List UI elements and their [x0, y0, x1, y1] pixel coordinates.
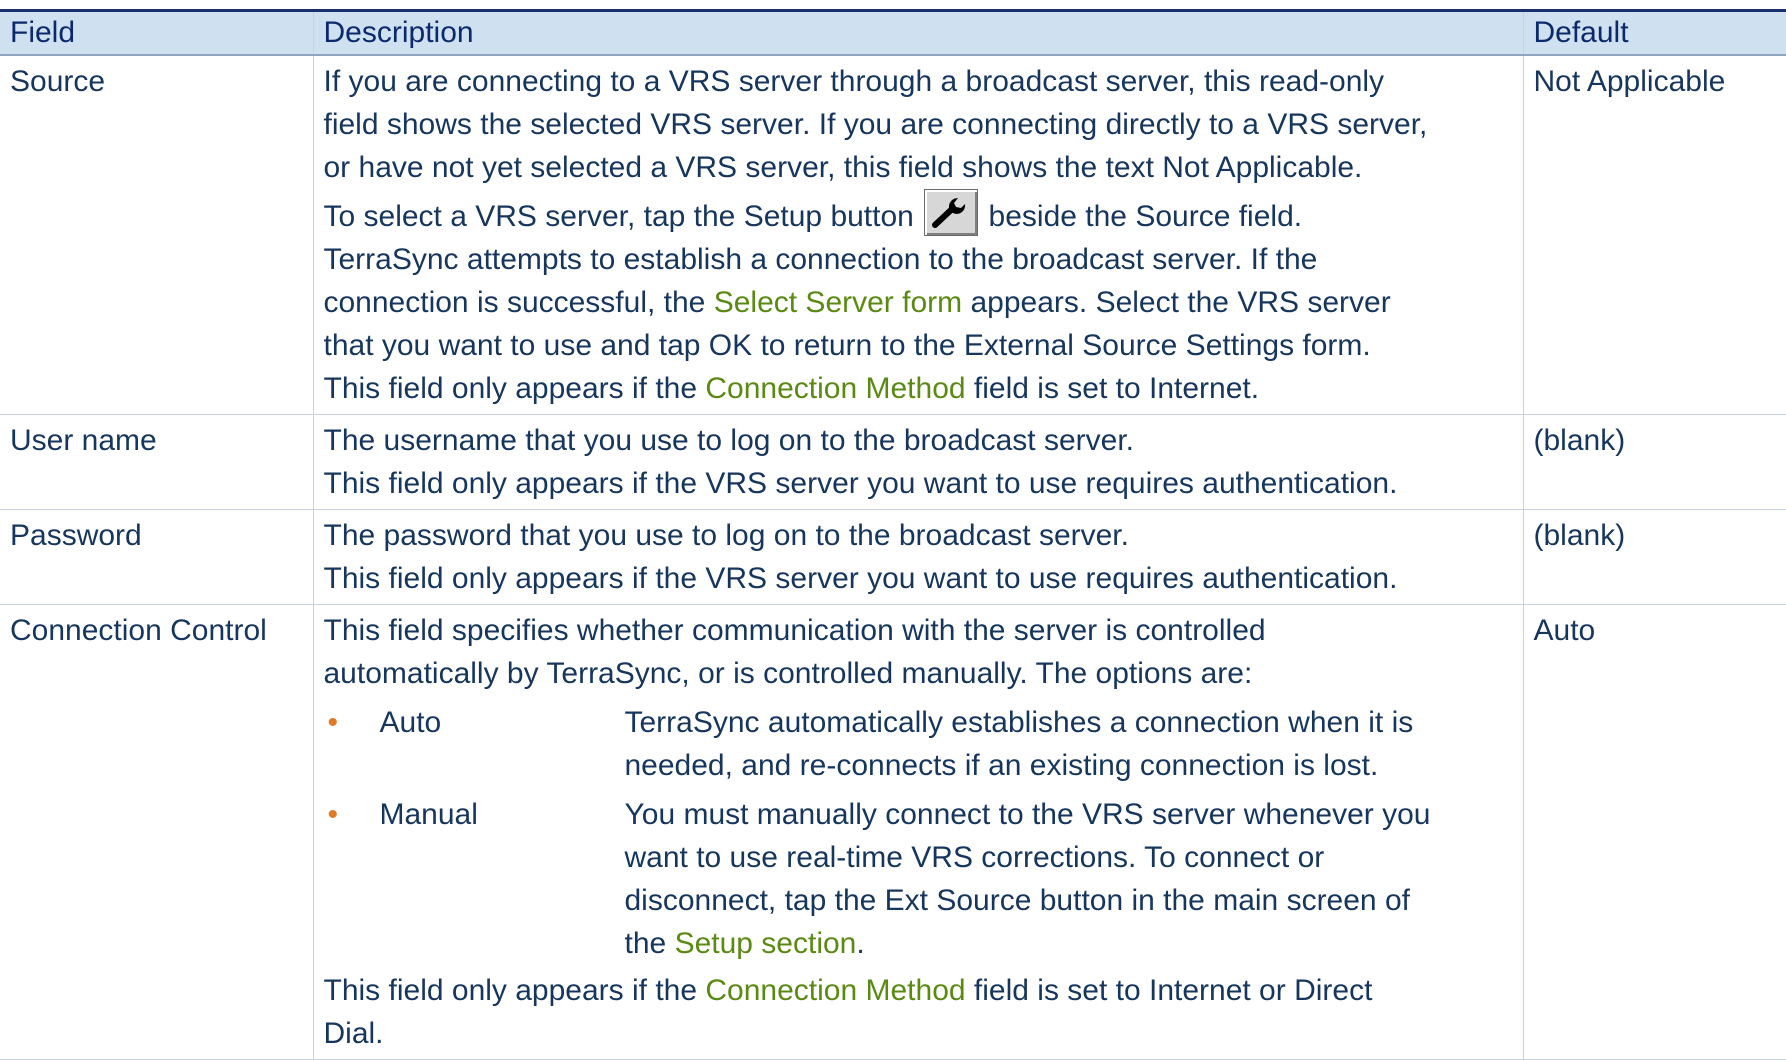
option-manual: • Manual You must manually connect to th… [324, 787, 1513, 965]
header-default: Default [1522, 9, 1786, 56]
description-line: the Setup section. [625, 922, 1513, 965]
table-row-source: Source If you are connecting to a VRS se… [0, 55, 1786, 415]
field-default: Not Applicable [1522, 55, 1786, 415]
field-table: Field Description Default Source If you … [0, 9, 1786, 1060]
description-line: This field specifies whether communicati… [323, 614, 1266, 647]
field-name: Source [0, 55, 313, 415]
connection-method-link[interactable]: Connection Method [705, 372, 965, 405]
text: beside the Source field. [988, 200, 1303, 233]
description-line: automatically by TerraSync, or is contro… [323, 657, 1253, 690]
description-line: The username that you use to log on to t… [323, 424, 1134, 457]
field-description: The username that you use to log on to t… [312, 414, 1523, 510]
option-name: Manual [379, 798, 478, 831]
text: field is set to Internet. [973, 372, 1260, 405]
text: To select a VRS server, tap the Setup bu… [323, 200, 914, 233]
select-server-form-link[interactable]: Select Server form [714, 286, 962, 319]
bullet-icon: • [327, 706, 339, 739]
table-row-connection-control: Connection Control This field specifies … [0, 604, 1786, 1060]
field-name: Password [0, 509, 313, 605]
description-line: Dial. [323, 1017, 384, 1050]
description-line: You must manually connect to the VRS ser… [624, 798, 1431, 831]
description-line: This field only appears if the Connectio… [324, 969, 1513, 1012]
field-default: (blank) [1522, 509, 1786, 605]
field-default: (blank) [1522, 414, 1786, 510]
text: the [624, 927, 667, 960]
option-name: Auto [379, 706, 442, 739]
table-row-password: Password The password that you use to lo… [0, 509, 1786, 605]
wrench-icon [924, 189, 979, 236]
connection-method-link[interactable]: Connection Method [705, 974, 965, 1007]
description-line: This field only appears if the VRS serve… [323, 562, 1398, 595]
field-description: The password that you use to log on to t… [312, 509, 1523, 605]
description-line: field shows the selected VRS server. If … [323, 108, 1428, 141]
setup-section-link[interactable]: Setup section [675, 927, 857, 960]
option-auto: • Auto TerraSync automatically establish… [324, 695, 1513, 787]
field-name: Connection Control [0, 604, 313, 1060]
description-line: The password that you use to log on to t… [323, 519, 1129, 552]
description-line: To select a VRS server, tap the Setup bu… [324, 189, 1513, 238]
description-line: disconnect, tap the Ext Source button in… [624, 884, 1410, 917]
text: connection is successful, the [323, 286, 706, 319]
field-description: This field specifies whether communicati… [312, 604, 1523, 1060]
description-line: This field only appears if the VRS serve… [323, 467, 1398, 500]
description-line: that you want to use and tap OK to retur… [323, 329, 1371, 362]
description-line: If you are connecting to a VRS server th… [323, 65, 1385, 98]
option-description: You must manually connect to the VRS ser… [625, 793, 1513, 965]
text: field is set to Internet or Direct [973, 974, 1373, 1007]
description-line: or have not yet selected a VRS server, t… [323, 151, 1363, 184]
field-default: Auto [1522, 604, 1786, 1060]
table-header-row: Field Description Default [0, 9, 1786, 56]
description-line: TerraSync attempts to establish a connec… [323, 243, 1318, 276]
text: This field only appears if the [323, 372, 698, 405]
option-description: TerraSync automatically establishes a co… [625, 701, 1513, 787]
description-line: want to use real-time VRS corrections. T… [624, 841, 1325, 874]
description-line: This field only appears if the Connectio… [324, 367, 1513, 410]
field-name: User name [0, 414, 313, 510]
description-line: connection is successful, the Select Ser… [324, 281, 1513, 324]
description-line: needed, and re-connects if an existing c… [624, 749, 1379, 782]
bullet-icon: • [327, 798, 339, 831]
field-description: If you are connecting to a VRS server th… [312, 55, 1523, 415]
text: This field only appears if the [323, 974, 698, 1007]
table-row-username: User name The username that you use to l… [0, 414, 1786, 510]
text: appears. Select the VRS server [970, 286, 1391, 319]
header-field: Field [0, 9, 313, 56]
text: . [856, 927, 865, 960]
header-description: Description [312, 9, 1523, 56]
description-line: TerraSync automatically establishes a co… [624, 706, 1414, 739]
